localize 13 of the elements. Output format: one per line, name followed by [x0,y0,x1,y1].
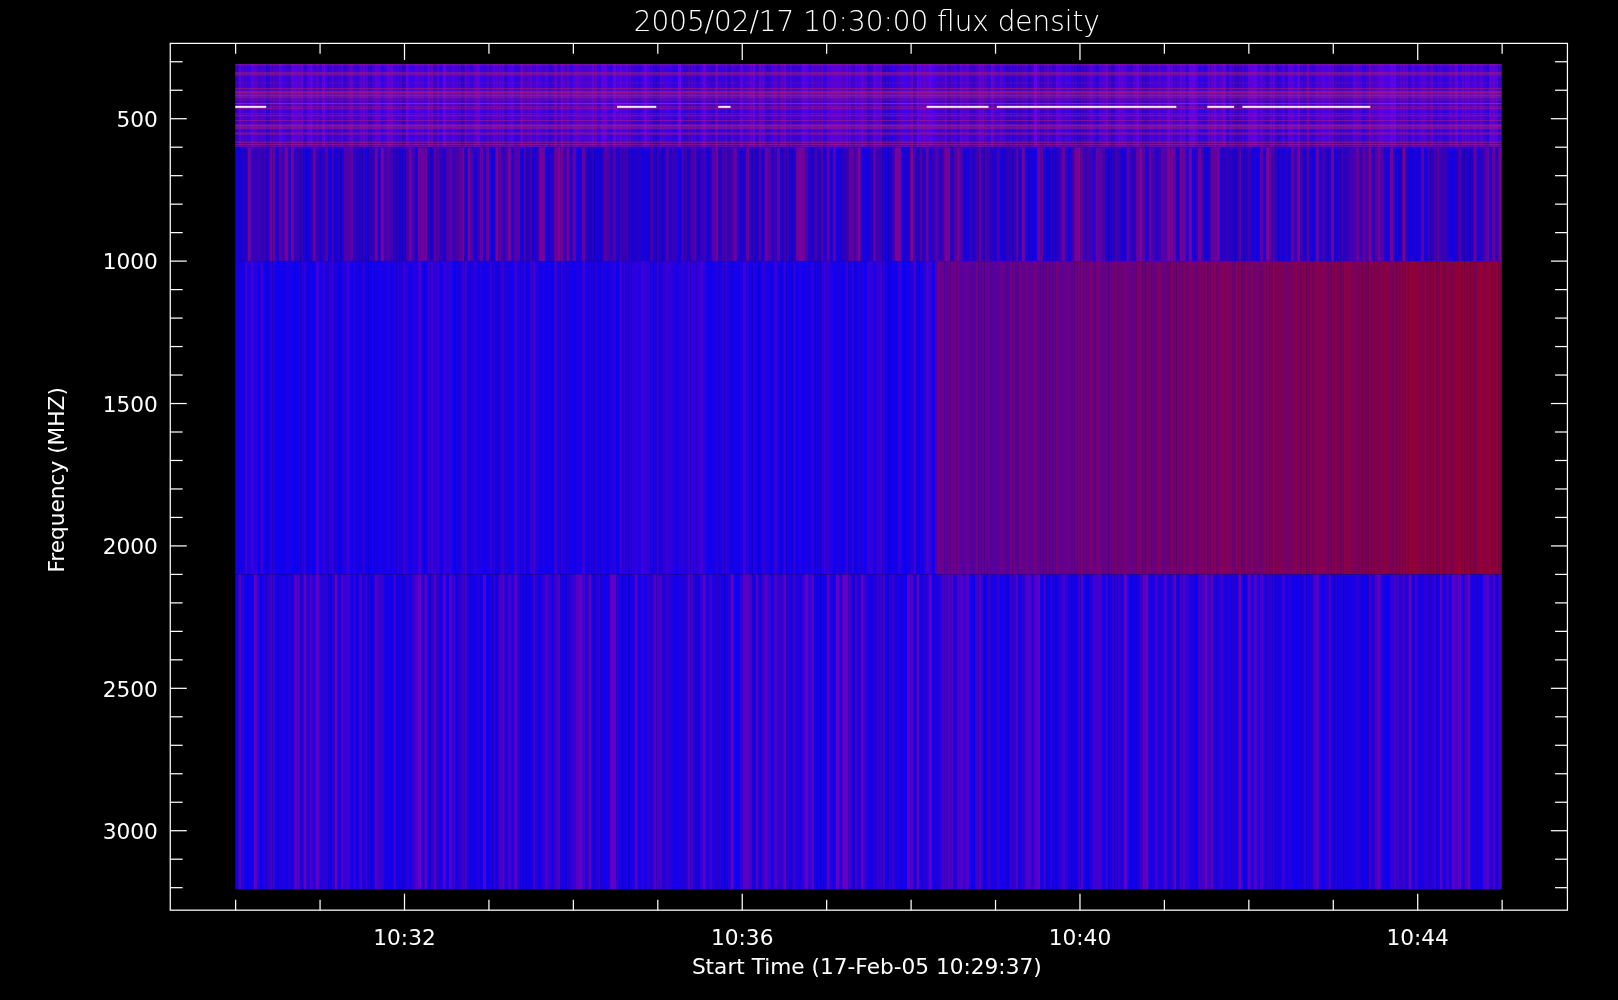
tick-label: 10:44 [1386,925,1449,951]
tick-label: 10:36 [711,925,774,951]
tick-label: 2000 [102,534,158,560]
tick-label: 10:32 [373,925,436,951]
tick-label: 3000 [102,819,158,844]
axis-label: Start Time (17-Feb-05 10:29:37) [691,954,1042,980]
tick-label: 1000 [102,249,158,275]
plot-title: 2005/02/17 10:30:00 flux density [633,5,1100,38]
tick-label: 2500 [102,676,158,702]
tick-label: 10:40 [1048,925,1112,951]
tick-label: 1500 [102,391,158,417]
tick-label: 500 [116,106,158,132]
axis-label: Frequency (MHZ) [44,387,69,573]
